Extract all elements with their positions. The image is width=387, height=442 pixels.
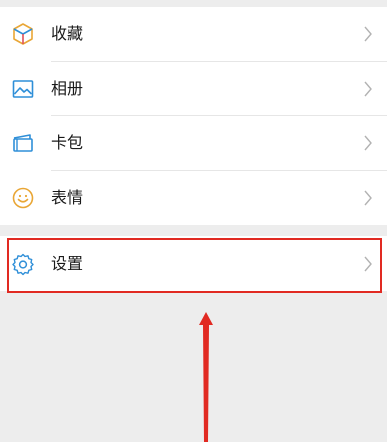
card-wallet-icon [13,134,33,153]
red-arrow-up-icon [199,312,213,442]
menu-item-cards[interactable]: 卡包 [0,116,387,171]
menu-item-label: 设置 [51,253,84,273]
gear-icon [12,253,34,275]
chevron-right-icon [364,135,372,151]
chevron-right-icon [364,256,372,271]
me-menu-group: 收藏 相册 卡包 表情 [0,7,387,225]
settings-group: 设置 [0,236,387,291]
menu-item-label: 相册 [51,78,84,98]
menu-item-favorites[interactable]: 收藏 [0,7,387,62]
menu-item-label: 表情 [51,187,84,207]
chevron-right-icon [364,81,372,97]
menu-item-label: 收藏 [51,24,84,44]
album-picture-icon [12,79,34,98]
menu-item-album[interactable]: 相册 [0,62,387,116]
sticker-smiley-icon [12,187,34,209]
menu-item-settings[interactable]: 设置 [0,236,387,291]
menu-item-label: 卡包 [51,133,84,153]
menu-item-stickers[interactable]: 表情 [0,171,387,226]
chevron-right-icon [364,190,372,206]
chevron-right-icon [364,26,372,42]
favorites-cube-icon [13,23,33,46]
top-separator [0,0,387,7]
